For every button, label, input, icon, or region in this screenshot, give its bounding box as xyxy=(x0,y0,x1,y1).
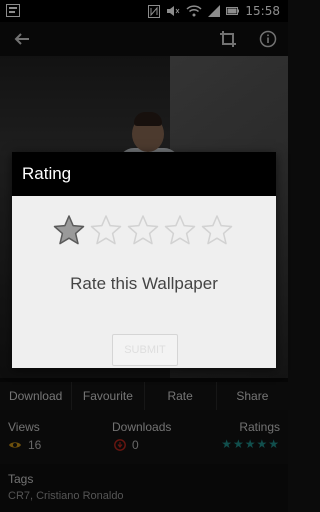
dialog-caption: Rate this Wallpaper xyxy=(70,274,218,293)
submit-button[interactable]: SUBMIT xyxy=(112,334,178,366)
star-1[interactable] xyxy=(50,212,87,248)
star-5[interactable] xyxy=(198,212,235,248)
rating-dialog: Rating Rate this Wallpaper SUBMIT xyxy=(12,152,276,368)
dialog-title: Rating xyxy=(12,152,276,196)
rating-stars xyxy=(50,212,235,248)
star-3[interactable] xyxy=(124,212,161,248)
star-2[interactable] xyxy=(87,212,124,248)
star-4[interactable] xyxy=(161,212,198,248)
